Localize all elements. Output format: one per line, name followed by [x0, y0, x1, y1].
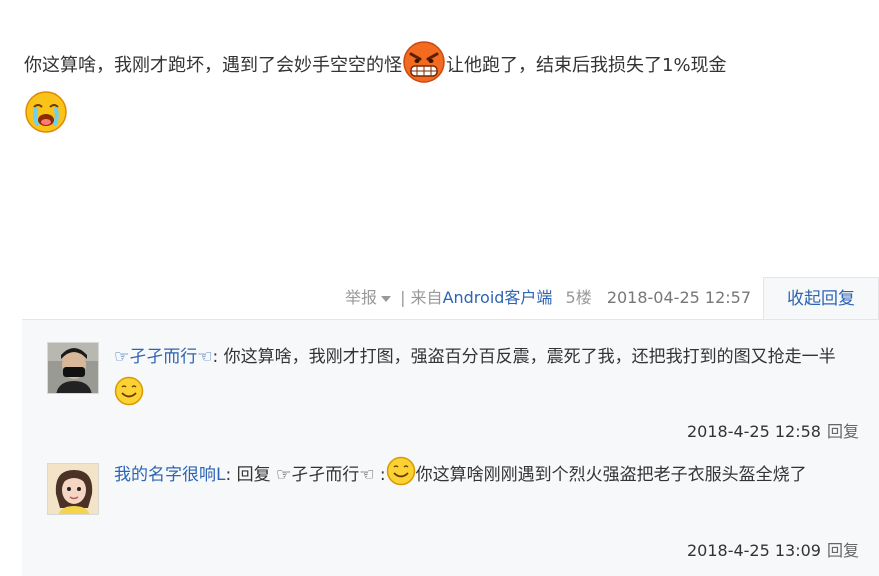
reply-colon: : [374, 465, 386, 485]
reply-datetime: 2018-4-25 13:09 [686, 541, 821, 560]
reply-text: 你这算啥刚刚遇到个烈火强盗把老子衣服头盔全烧了 [415, 465, 807, 485]
crying-face-icon [24, 90, 68, 134]
post-content: 你这算啥，我刚才跑坏，遇到了会妙手空空的怪 让他跑了，结束后我损失了1%现金 [24, 41, 854, 134]
reply-content: 我的名字很响L: 回复 ☞孑孑而行☜ : 你这算啥刚刚遇到个烈火强盗把老子衣服头… [114, 456, 854, 494]
reply-prefix: : 回复 [225, 465, 277, 485]
chevron-down-icon[interactable] [380, 295, 391, 302]
reply-list: ☞孑孑而行☜: 你这算啥，我刚才打图，强盗百分百反震，震死了我，还把我打到的图又… [22, 319, 879, 576]
avatar[interactable] [47, 463, 99, 515]
source-link[interactable]: Android客户端 [443, 288, 553, 307]
collapse-replies-button[interactable]: 收起回复 [763, 277, 879, 320]
avatar[interactable] [47, 342, 99, 394]
reply-button[interactable]: 回复 [827, 422, 859, 441]
reply-username[interactable]: 我的名字很响L [114, 465, 225, 485]
reply-username[interactable]: ☞孑孑而行☜ [114, 347, 212, 367]
reply-content: ☞孑孑而行☜: 你这算啥，我刚才打图，强盗百分百反震，震死了我，还把我打到的图又… [114, 338, 854, 414]
post-text-part1: 你这算啥，我刚才跑坏，遇到了会妙手空空的怪 [24, 55, 402, 76]
reply-footer: 2018-4-25 12:58 回复 [687, 422, 859, 442]
smile-face-icon [114, 376, 144, 406]
reply-text: 你这算啥，我刚才打图，强盗百分百反震，震死了我，还把我打到的图又抢走一半 [223, 347, 836, 367]
post-meta-bar: 举报 | 来自Android客户端 5楼 2018-04-25 12:57 [345, 283, 751, 313]
report-button[interactable]: 举报 [345, 288, 377, 307]
post-text-part2: 让他跑了，结束后我损失了1%现金 [446, 55, 727, 76]
reply-datetime: 2018-4-25 12:58 [686, 422, 821, 441]
reply-button[interactable]: 回复 [827, 541, 859, 560]
meta-separator: | [394, 288, 411, 307]
angry-face-icon [402, 40, 446, 84]
post-datetime: 2018-04-25 12:57 [606, 288, 751, 307]
reply-footer: 2018-4-25 13:09 回复 [687, 541, 859, 561]
source-prefix: 来自 [410, 288, 443, 307]
floor-number: 5楼 [565, 288, 592, 307]
reply-colon: : [212, 347, 224, 367]
reply-to-username[interactable]: ☞孑孑而行☜ [276, 465, 374, 485]
smile-face-icon [386, 456, 416, 486]
